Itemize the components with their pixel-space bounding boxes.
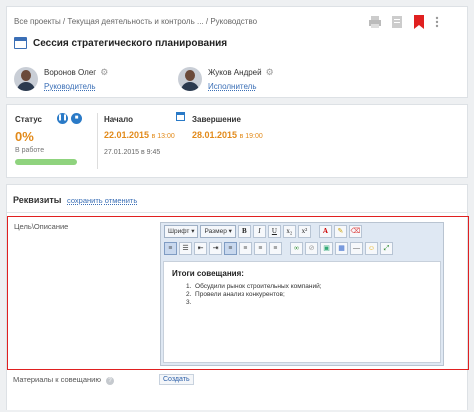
bold-button[interactable]: B — [237, 225, 251, 238]
size-select[interactable]: Размер ▾ — [200, 225, 236, 238]
fullscreen-icon[interactable]: ⤢ — [380, 242, 393, 255]
divider — [97, 113, 98, 169]
start-time-value: в 13:00 — [151, 133, 175, 140]
divider — [7, 212, 467, 213]
list-item-text: Обсудили рынок строительных компаний; — [195, 283, 322, 290]
title-row: Сессия стратегического планирования — [14, 37, 227, 49]
editor-list: 1. Обсудили рынок строительных компаний;… — [186, 283, 322, 307]
requisites-heading: Реквизиты — [13, 195, 62, 205]
status-state: В работе — [15, 147, 45, 154]
start-date-value: 22.01.2015 — [104, 130, 150, 140]
gear-icon[interactable]: ⚙ — [266, 67, 274, 77]
align-right-icon[interactable]: ≡ — [254, 242, 267, 255]
task-header-card: Все проекты / Текущая деятельность и кон… — [6, 6, 468, 98]
actual-start: 27.01.2015 в 9:45 — [104, 149, 161, 156]
editor-heading: Итоги совещания: — [172, 269, 244, 278]
person-name[interactable]: Воронов Олег — [44, 68, 96, 77]
link-icon[interactable]: ∞ — [290, 242, 303, 255]
person-manager: Воронов Олег ⚙ Руководитель — [14, 67, 108, 91]
cancel-link[interactable]: отменить — [105, 196, 137, 205]
avatar[interactable] — [14, 67, 38, 91]
editor-toolbar-row-2: ≡ ☰ ⇤ ⇥ ≡ ≡ ≡ ≡ ∞ ⊘ ▣ ▦ ― ☺ ⤢ — [161, 240, 443, 257]
materials-label-text: Материалы к совещанию — [13, 375, 101, 384]
superscript-button[interactable]: x² — [297, 225, 311, 238]
person-executor: Жуков Андрей ⚙ Исполнитель — [178, 67, 274, 91]
unlink-icon[interactable]: ⊘ — [305, 242, 318, 255]
editor-toolbar-row-1: Шрифт ▾ Размер ▾ B I U x₂ x² A ✎ ⌫ — [161, 223, 443, 240]
editor-content[interactable]: Итоги совещания: 1. Обсудили рынок строи… — [163, 261, 441, 363]
ordered-list-icon[interactable]: ≡ — [164, 242, 177, 255]
indent-icon[interactable]: ⇥ — [209, 242, 222, 255]
field-label: Цель\Описание — [14, 222, 69, 231]
requisites-actions: сохранить отменить — [67, 196, 137, 205]
bullet-list-icon[interactable]: ☰ — [179, 242, 192, 255]
eraser-icon[interactable]: ⌫ — [348, 225, 362, 238]
page-title: Сессия стратегического планирования — [33, 37, 228, 49]
breadcrumb[interactable]: Все проекты / Текущая деятельность и кон… — [14, 17, 257, 26]
end-date: 28.01.2015 в 19:00 — [192, 130, 263, 140]
font-select-label: Шрифт — [168, 228, 190, 235]
size-select-label: Размер — [204, 228, 227, 235]
requisites-card: Реквизиты сохранить отменить Цель\Описан… — [6, 184, 469, 410]
person-name[interactable]: Жуков Андрей — [208, 68, 262, 77]
create-button[interactable]: Создать — [159, 374, 194, 385]
list-item: 1. Обсудили рынок строительных компаний; — [186, 283, 322, 290]
text-color-icon[interactable]: A — [318, 225, 332, 238]
progress-percent: 0% — [15, 129, 34, 144]
align-justify-icon[interactable]: ≡ — [269, 242, 282, 255]
outdent-icon[interactable]: ⇤ — [194, 242, 207, 255]
save-link[interactable]: сохранить — [67, 196, 103, 205]
header-actions — [369, 15, 439, 29]
document-icon[interactable] — [391, 15, 403, 29]
person-role[interactable]: Руководитель — [44, 82, 108, 91]
status-card: Статус ❚❚ ■ 0% В работе Начало 22.01.201… — [6, 104, 468, 178]
help-icon[interactable]: ? — [105, 377, 114, 385]
stop-icon[interactable]: ■ — [71, 113, 82, 124]
print-icon[interactable] — [369, 15, 381, 29]
list-item: 3. — [186, 299, 196, 306]
font-select[interactable]: Шрифт ▾ — [164, 225, 199, 238]
status-label: Статус — [15, 115, 42, 124]
calendar-icon[interactable] — [176, 112, 185, 121]
bookmark-icon[interactable] — [413, 15, 425, 29]
avatar[interactable] — [178, 67, 202, 91]
horizontal-rule-icon[interactable]: ― — [350, 242, 363, 255]
gear-icon[interactable]: ⚙ — [100, 67, 108, 77]
status-controls: ❚❚ ■ — [57, 113, 82, 124]
align-center-icon[interactable]: ≡ — [239, 242, 252, 255]
description-field-highlight: Цель\Описание Шрифт ▾ Размер ▾ B I U x₂ … — [7, 216, 469, 370]
end-time-value: в 19:00 — [239, 133, 263, 140]
smiley-icon[interactable]: ☺ — [365, 242, 378, 255]
progress-bar — [15, 159, 77, 165]
list-item: 2. Провели анализ конкурентов; — [186, 291, 285, 298]
materials-label: Материалы к совещанию? — [13, 375, 114, 385]
italic-button[interactable]: I — [252, 225, 266, 238]
end-label: Завершение — [192, 115, 241, 124]
pause-icon[interactable]: ❚❚ — [57, 113, 68, 124]
image-icon[interactable]: ▣ — [320, 242, 333, 255]
more-menu-icon[interactable] — [435, 15, 439, 29]
subscript-button[interactable]: x₂ — [282, 225, 296, 238]
end-date-value: 28.01.2015 — [192, 130, 238, 140]
start-date: 22.01.2015 в 13:00 — [104, 130, 175, 140]
table-icon[interactable]: ▦ — [335, 242, 348, 255]
highlight-icon[interactable]: ✎ — [333, 225, 347, 238]
list-item-text: Провели анализ конкурентов; — [195, 291, 285, 298]
person-role[interactable]: Исполнитель — [208, 82, 274, 91]
align-left-icon[interactable]: ≡ — [224, 242, 237, 255]
start-label: Начало — [104, 115, 133, 124]
rich-text-editor: Шрифт ▾ Размер ▾ B I U x₂ x² A ✎ ⌫ ≡ ☰ ⇤… — [160, 222, 444, 366]
task-icon — [14, 37, 27, 49]
underline-button[interactable]: U — [267, 225, 281, 238]
